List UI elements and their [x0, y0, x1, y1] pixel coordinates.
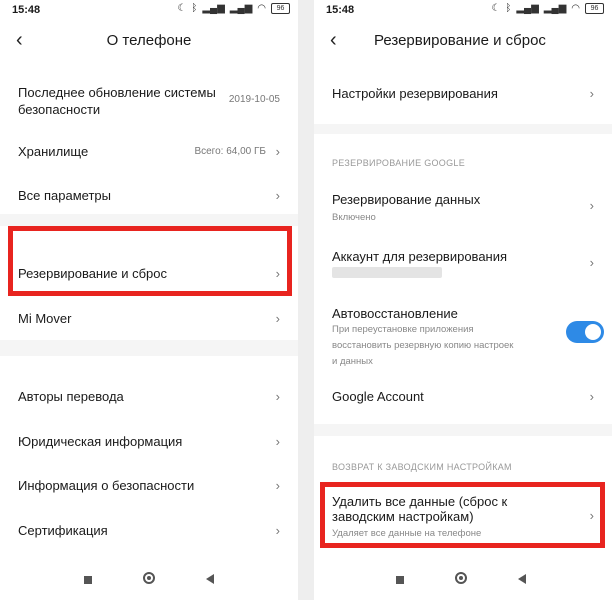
- legal-info-item[interactable]: Юридическая информация ›: [0, 434, 298, 452]
- storage-item[interactable]: Хранилище Всего: 64,00 ГБ ›: [0, 144, 298, 162]
- auto-restore-toggle[interactable]: [566, 321, 604, 343]
- chevron-right-icon: ›: [275, 311, 280, 326]
- account-email-redacted: [332, 267, 442, 278]
- security-update-value: 2019-10-05: [228, 94, 280, 105]
- section-google-header: РЕЗЕРВИРОВАНИЕ GOOGLE: [332, 158, 466, 168]
- divider: [0, 340, 298, 356]
- translators-item[interactable]: Авторы перевода ›: [0, 389, 298, 407]
- header: ‹ Резервирование и сброс: [314, 24, 612, 58]
- chevron-right-icon: ›: [275, 389, 280, 404]
- moon-icon: ☾: [491, 3, 501, 14]
- highlight-box: [320, 482, 605, 548]
- auto-restore-label: Автовосстановление: [332, 306, 458, 321]
- backup-account-item[interactable]: Аккаунт для резервирования ›: [314, 249, 612, 283]
- bluetooth-icon: ᛒ: [191, 3, 198, 14]
- certification-item[interactable]: Сертификация ›: [0, 523, 298, 541]
- wifi-icon: ◠: [571, 3, 580, 14]
- signal-icon: ▂▄▆: [516, 3, 539, 14]
- chevron-right-icon: ›: [589, 198, 594, 213]
- moon-icon: ☾: [177, 3, 187, 14]
- battery-icon: 96: [585, 3, 604, 14]
- chevron-right-icon: ›: [589, 255, 594, 270]
- auto-restore-item[interactable]: Автовосстановление При переустановке при…: [314, 306, 612, 367]
- battery-icon: 96: [271, 3, 290, 14]
- divider: [314, 124, 612, 134]
- legal-info-label: Юридическая информация: [18, 434, 183, 449]
- status-time: 15:48: [12, 4, 41, 16]
- chevron-right-icon: ›: [275, 188, 280, 203]
- backup-settings-label: Настройки резервирования: [332, 86, 498, 101]
- storage-value: Всего: 64,00 ГБ: [194, 146, 266, 157]
- bluetooth-icon: ᛒ: [505, 3, 512, 14]
- highlight-box: [8, 226, 292, 296]
- security-update-label-1: Последнее обновление системы: [18, 85, 216, 100]
- auto-restore-desc-1: При переустановке приложения: [332, 324, 474, 335]
- storage-label: Хранилище: [18, 144, 89, 159]
- section-factory-header: ВОЗВРАТ К ЗАВОДСКИМ НАСТРОЙКАМ: [332, 462, 512, 472]
- certification-label: Сертификация: [18, 523, 108, 538]
- back-nav-icon[interactable]: [518, 574, 526, 584]
- security-update-item[interactable]: Последнее обновление системы безопасност…: [0, 84, 298, 124]
- auto-restore-desc-3: и данных: [332, 356, 373, 367]
- signal-icon: ▂▄▆: [543, 3, 567, 14]
- auto-restore-desc-2: восстановить резервную копию настроек: [332, 340, 514, 351]
- status-time: 15:48: [326, 4, 355, 16]
- data-backup-label: Резервирование данных: [332, 192, 481, 207]
- google-account-label: Google Account: [332, 389, 424, 404]
- divider: [314, 424, 612, 436]
- header: ‹ О телефоне: [0, 24, 298, 58]
- mi-mover-label: Mi Mover: [18, 311, 72, 326]
- page-title: Резервирование и сброс: [374, 32, 546, 49]
- nav-bar: [0, 560, 298, 600]
- status-bar: 15:48 ☾ ᛒ ▂▄▆ ▂▄▆ ◠ 96: [314, 0, 612, 20]
- safety-info-item[interactable]: Информация о безопасности ›: [0, 478, 298, 496]
- status-bar: 15:48 ☾ ᛒ ▂▄▆ ▂▄▆ ◠ 96: [0, 0, 298, 20]
- chevron-right-icon: ›: [589, 86, 594, 101]
- home-icon[interactable]: [455, 572, 467, 584]
- chevron-right-icon: ›: [275, 144, 280, 159]
- data-backup-item[interactable]: Резервирование данных Включено ›: [314, 192, 612, 226]
- security-update-label-2: безопасности: [18, 102, 101, 117]
- signal-icon: ▂▄▆: [202, 3, 225, 14]
- chevron-right-icon: ›: [589, 389, 594, 404]
- translators-label: Авторы перевода: [18, 389, 124, 404]
- recents-icon[interactable]: [396, 576, 404, 584]
- left-screen: 15:48 ☾ ᛒ ▂▄▆ ▂▄▆ ◠ 96 ‹ О телефоне Посл…: [0, 0, 298, 600]
- chevron-right-icon: ›: [275, 523, 280, 538]
- wifi-icon: ◠: [257, 3, 266, 14]
- backup-settings-item[interactable]: Настройки резервирования ›: [314, 86, 612, 104]
- all-params-item[interactable]: Все параметры ›: [0, 188, 298, 206]
- safety-info-label: Информация о безопасности: [18, 478, 195, 493]
- data-backup-status: Включено: [332, 212, 376, 223]
- chevron-right-icon: ›: [275, 478, 280, 493]
- status-icons: ☾ ᛒ ▂▄▆ ▂▄▆ ◠ 96: [491, 3, 604, 14]
- all-params-label: Все параметры: [18, 188, 112, 203]
- home-icon[interactable]: [143, 572, 155, 584]
- mi-mover-item[interactable]: Mi Mover ›: [0, 311, 298, 329]
- chevron-right-icon: ›: [275, 434, 280, 449]
- status-icons: ☾ ᛒ ▂▄▆ ▂▄▆ ◠ 96: [177, 3, 290, 14]
- google-account-item[interactable]: Google Account ›: [314, 389, 612, 407]
- divider: [0, 214, 298, 226]
- signal-icon: ▂▄▆: [229, 3, 253, 14]
- back-icon[interactable]: ‹: [330, 30, 337, 50]
- backup-account-label: Аккаунт для резервирования: [332, 249, 508, 264]
- page-title: О телефоне: [106, 32, 192, 49]
- back-nav-icon[interactable]: [206, 574, 214, 584]
- recents-icon[interactable]: [84, 576, 92, 584]
- toggle-knob: [585, 324, 601, 340]
- nav-bar: [314, 560, 612, 600]
